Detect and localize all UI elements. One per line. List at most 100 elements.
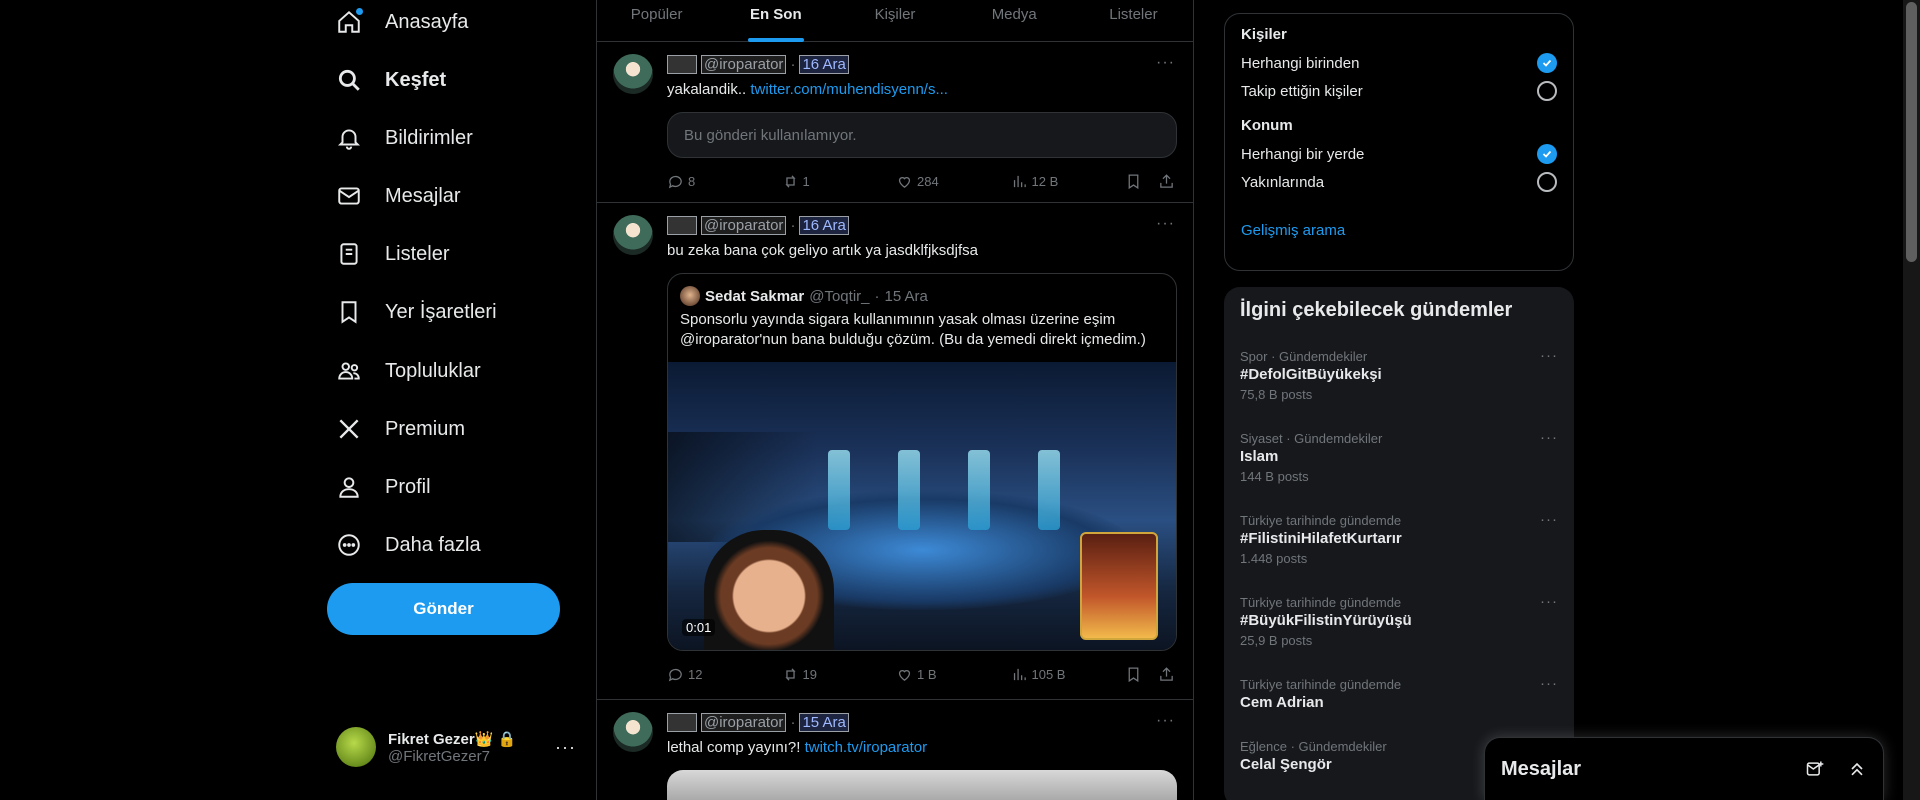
view-count: 105 B [1031,666,1066,682]
trend-count: 144 B posts [1240,469,1309,484]
nav-label-lists: Listeler [385,242,450,265]
author-handle[interactable]: @iroparator [701,215,787,235]
tweet-date[interactable]: 16 Ara [799,215,849,235]
page-scrollbar[interactable] [1903,0,1920,800]
retweet-count: 1 [802,173,810,189]
x-logo-icon [335,415,363,443]
tab-lists[interactable]: Listeler [1074,0,1193,41]
tab-media[interactable]: Medya [955,0,1074,41]
nav-item-explore[interactable]: Keşfet [335,58,446,102]
avatar[interactable] [613,54,653,94]
tweet-text: lethal comp yayını?! twitch.tv/iroparato… [667,739,928,756]
more-horizontal-icon[interactable]: ··· [1156,712,1175,730]
tweet[interactable]: @iroparator · 15 Ara ··· lethal comp yay… [597,700,1193,800]
quoted-tweet[interactable]: Sedat Sakmar @Toqtir_ · 15 Ara Sponsorlu… [667,273,1177,651]
filter-option-anyone[interactable]: Herhangi birinden [1241,49,1557,77]
more-horizontal-icon[interactable]: ··· [1540,593,1558,610]
radio-unchecked-icon[interactable] [1537,81,1557,101]
more-horizontal-icon[interactable]: ··· [1156,54,1175,72]
like-button[interactable]: 284 [896,173,1011,190]
filter-option-anywhere[interactable]: Herhangi bir yerde [1241,140,1557,168]
filter-option-nearby[interactable]: Yakınlarında [1241,168,1557,196]
retweet-icon [784,667,796,681]
nav-label-communities: Topluluklar [385,359,481,382]
nav-item-notifications[interactable]: Bildirimler [335,116,473,160]
person-icon [335,473,363,501]
more-horizontal-icon[interactable]: ··· [1540,675,1558,692]
game-scene-pillar [898,450,920,530]
trend-item[interactable]: Türkiye tarihinde gündemde #FilistiniHil… [1224,501,1574,583]
share-icon[interactable] [1158,173,1175,190]
author-handle[interactable]: @iroparator [701,54,787,74]
bookmark-icon [335,298,363,326]
nav-item-more[interactable]: Daha fazla [335,523,481,567]
radio-checked-icon[interactable] [1537,144,1557,164]
trend-item[interactable]: Spor · Gündemdekiler #DefolGitBüyükekşi … [1224,337,1574,419]
tweet-text: yakalandik.. twitter.com/muhendisyenn/s.… [667,81,948,98]
heart-icon [898,176,911,188]
tweet[interactable]: @iroparator · 16 Ara ··· bu zeka bana ço… [597,203,1193,700]
more-horizontal-icon[interactable]: ··· [1156,215,1175,233]
nav-item-profile[interactable]: Profil [335,465,431,509]
tweet-link[interactable]: twitter.com/muhendisyenn/s... [750,81,948,98]
like-button[interactable]: 1 B [896,666,1011,683]
avatar[interactable] [613,712,653,752]
nav-item-communities[interactable]: Topluluklar [335,349,481,393]
trend-item[interactable]: Türkiye tarihinde gündemde Cem Adrian ··… [1224,665,1574,727]
nav-item-messages[interactable]: Mesajlar [335,174,461,218]
tweet-text: bu zeka bana çok geliyo artık ya jasdklf… [667,242,978,259]
reply-button[interactable]: 8 [667,173,782,190]
video-thumbnail[interactable]: 0:01 [668,362,1176,650]
more-horizontal-icon[interactable]: ··· [1540,429,1558,446]
share-icon[interactable] [1158,666,1175,683]
messages-drawer[interactable]: Mesajlar [1484,737,1884,800]
new-message-icon[interactable] [1805,759,1825,779]
video-timestamp: 0:01 [682,619,716,636]
tweet-date[interactable]: 16 Ara [799,54,849,74]
tweet-header: @iroparator · 15 Ara [667,712,1177,732]
retweet-button[interactable]: 1 [782,173,897,190]
chevron-double-up-icon[interactable] [1847,759,1867,779]
trend-item[interactable]: Türkiye tarihinde gündemde #BüyükFilisti… [1224,583,1574,665]
nav-item-lists[interactable]: Listeler [335,232,449,276]
views-button[interactable]: 105 B [1011,666,1126,683]
media-preview[interactable] [667,770,1177,800]
tab-latest[interactable]: En Son [716,0,835,41]
account-switcher[interactable]: Fikret Gezer👑 🔒 @FikretGezer7 ··· [336,720,576,774]
nav-item-premium[interactable]: Premium [335,407,465,451]
filter-option-following[interactable]: Takip ettiğin kişiler [1241,77,1557,105]
tweet-date[interactable]: 15 Ara [799,712,849,732]
account-name: Fikret Gezer👑 🔒 [388,730,517,748]
bookmark-icon[interactable] [1125,173,1142,190]
tweet-link[interactable]: twitch.tv/iroparator [805,739,928,756]
trend-count: 75,8 B posts [1240,387,1313,402]
filter-option-label: Yakınlarında [1241,173,1325,191]
views-button[interactable]: 12 B [1011,173,1126,190]
quote-header: Sedat Sakmar @Toqtir_ · 15 Ara [668,274,1176,306]
radio-unchecked-icon[interactable] [1537,172,1557,192]
trend-name: #DefolGitBüyükekşi [1240,366,1382,383]
more-horizontal-icon[interactable]: ··· [1540,511,1558,528]
tab-popular[interactable]: Popüler [597,0,716,41]
bookmark-icon[interactable] [1125,666,1142,683]
avatar[interactable] [613,215,653,255]
post-button[interactable]: Gönder [327,583,560,635]
trend-item[interactable]: Siyaset · Gündemdekiler Islam 144 B post… [1224,419,1574,501]
nav-item-bookmarks[interactable]: Yer İşaretleri [335,290,497,334]
home-icon [335,8,363,36]
retweet-button[interactable]: 19 [782,666,897,683]
reply-button[interactable]: 12 [667,666,782,683]
tab-people[interactable]: Kişiler [835,0,954,41]
more-horizontal-icon[interactable]: ··· [1540,347,1558,364]
author-handle[interactable]: @iroparator [701,712,787,732]
author-name-redacted [667,54,697,74]
radio-checked-icon[interactable] [1537,53,1557,73]
scrollbar-thumb[interactable] [1906,2,1917,262]
more-horizontal-icon[interactable]: ··· [555,737,576,758]
reply-count: 8 [688,173,696,189]
nav-item-home[interactable]: Anasayfa [335,0,468,44]
tweet[interactable]: @iroparator · 16 Ara ··· yakalandik.. tw… [597,42,1193,203]
advanced-search-link[interactable]: Gelişmiş arama [1241,222,1557,239]
reply-count: 12 [688,666,703,682]
search-tabs: Popüler En Son Kişiler Medya Listeler [597,0,1193,42]
